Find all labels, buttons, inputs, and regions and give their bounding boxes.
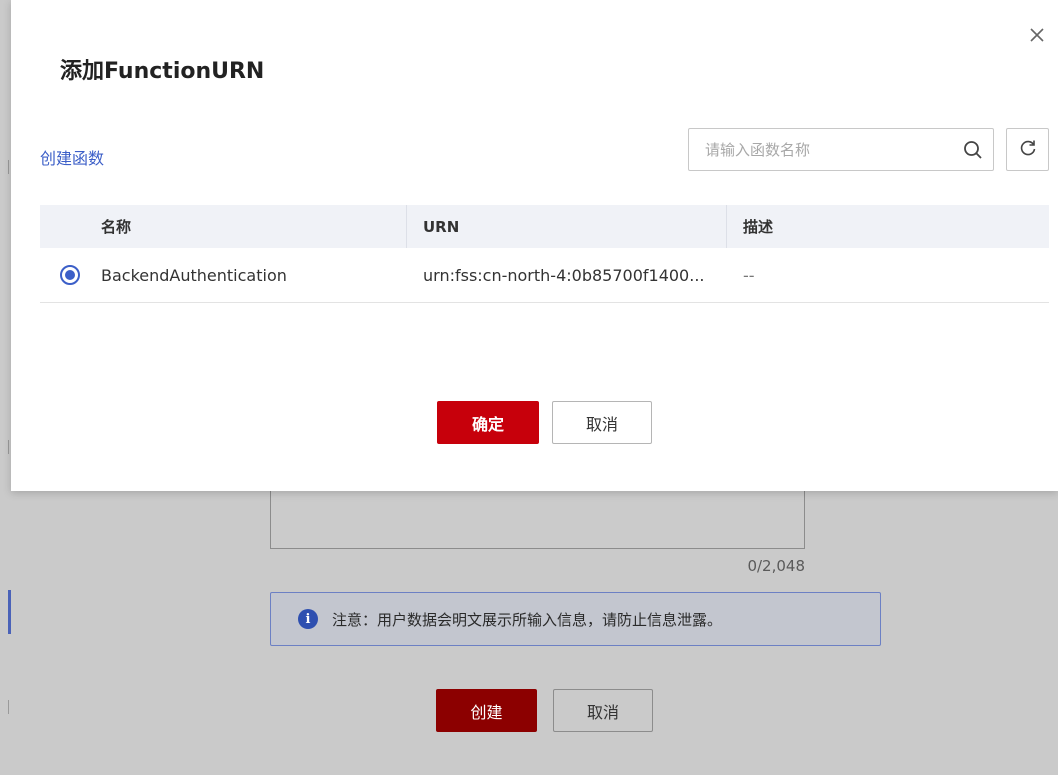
background-divider	[8, 440, 9, 454]
add-function-urn-dialog: 添加FunctionURN 创建函数 名称 URN 描述	[11, 0, 1058, 491]
column-header-name: 名称	[101, 218, 132, 236]
radio-selected-dot	[65, 270, 75, 280]
character-counter: 0/2,048	[747, 557, 805, 575]
refresh-icon	[1019, 139, 1037, 161]
cancel-button[interactable]: 取消	[552, 401, 652, 444]
info-notice: i 注意：用户数据会明文展示所输入信息，请防止信息泄露。	[270, 592, 881, 646]
function-name-cell: BackendAuthentication	[101, 265, 287, 285]
background-cancel-button[interactable]: 取消	[553, 689, 653, 732]
column-header-urn: URN	[406, 205, 726, 248]
row-radio-button[interactable]	[60, 265, 80, 285]
function-description-cell: --	[743, 265, 755, 285]
info-notice-text: 注意：用户数据会明文展示所输入信息，请防止信息泄露。	[332, 610, 723, 629]
confirm-button[interactable]: 确定	[437, 401, 539, 444]
table-row[interactable]: BackendAuthentication urn:fss:cn-north-4…	[40, 248, 1049, 303]
create-button[interactable]: 创建	[436, 689, 537, 732]
search-icon[interactable]	[953, 129, 993, 170]
column-header-description: 描述	[726, 205, 1049, 248]
dialog-title: 添加FunctionURN	[60, 59, 265, 84]
function-search-input[interactable]	[689, 129, 953, 170]
info-icon: i	[298, 609, 318, 629]
background-divider	[8, 160, 9, 174]
table-header-select	[40, 205, 101, 248]
function-urn-cell: urn:fss:cn-north-4:0b85700f1400...	[423, 265, 705, 285]
background-nav-indicator	[8, 590, 11, 634]
row-select-cell	[40, 248, 101, 302]
table-header: 名称 URN 描述	[40, 205, 1049, 248]
function-table: 名称 URN 描述 BackendAuthentication urn:fss:…	[40, 205, 1049, 303]
close-icon[interactable]	[1026, 24, 1048, 46]
create-function-link[interactable]: 创建函数	[40, 145, 104, 169]
function-search-box	[688, 128, 994, 171]
refresh-button[interactable]	[1006, 128, 1049, 171]
background-divider	[8, 700, 9, 714]
